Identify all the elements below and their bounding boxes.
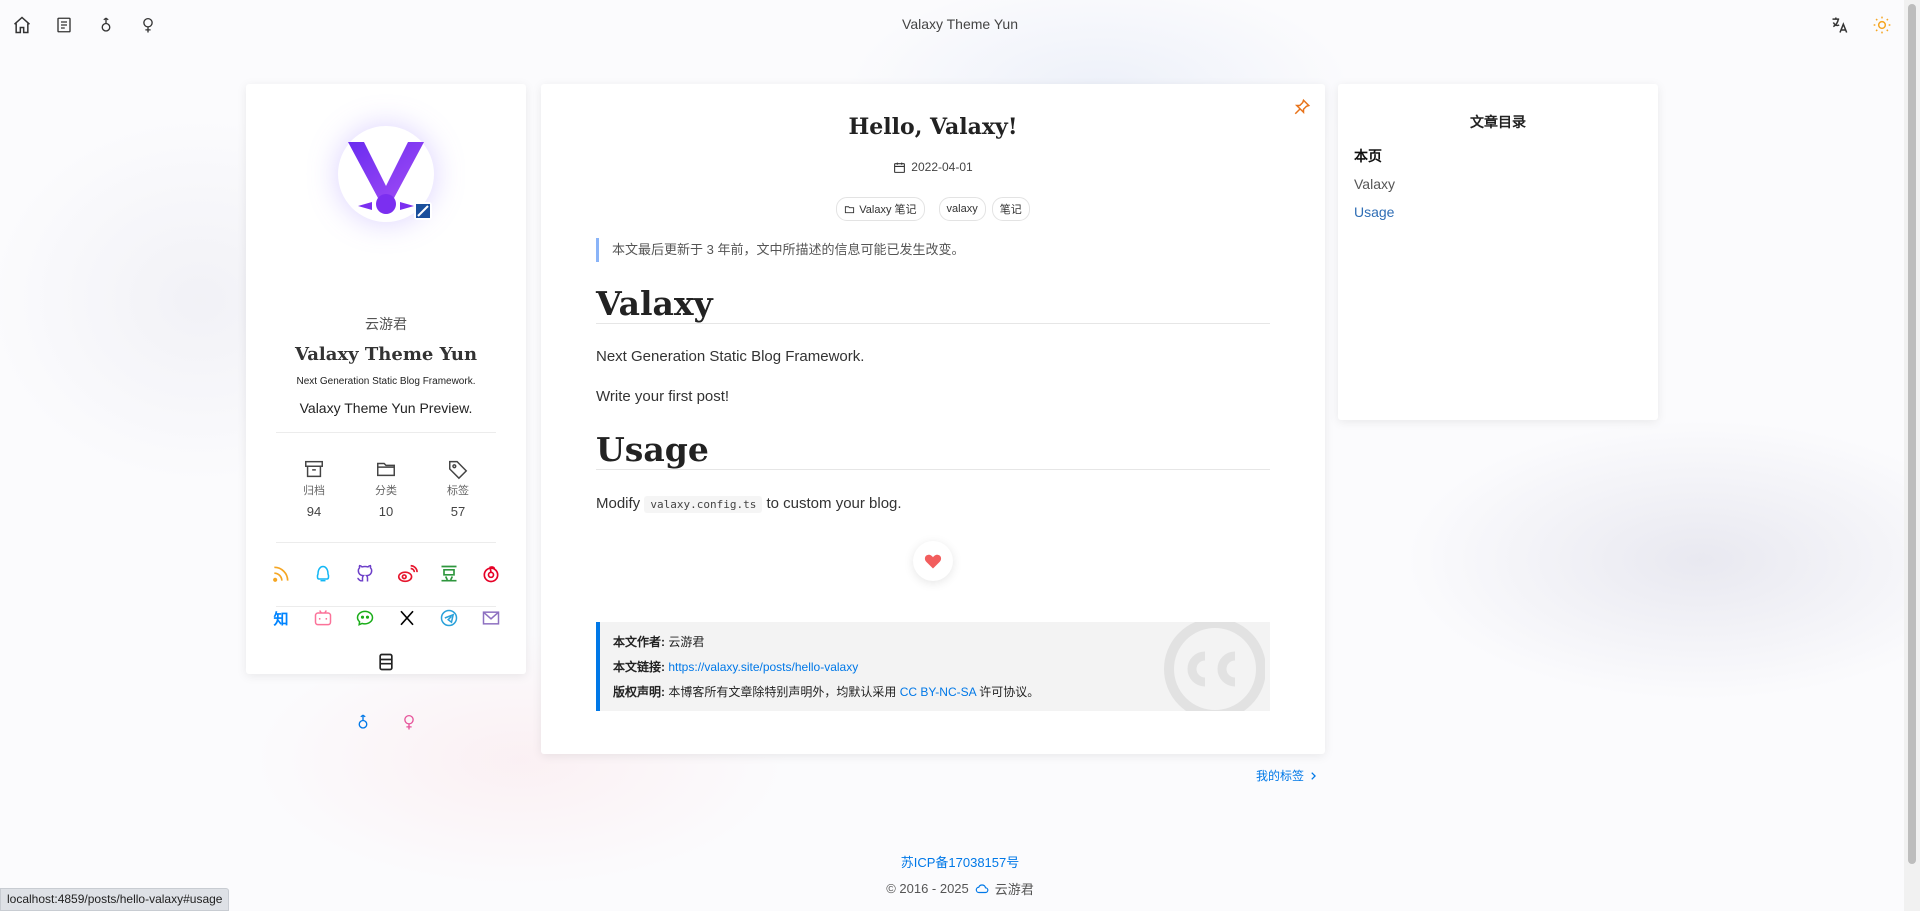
text: 许可协议。 bbox=[979, 685, 1040, 699]
label: 本文作者: bbox=[613, 635, 665, 649]
profile-stats: 归档 94 分类 10 标签 57 bbox=[246, 458, 526, 519]
like-button[interactable] bbox=[913, 541, 953, 581]
avatar-badge-icon bbox=[414, 202, 432, 220]
stat-value: 57 bbox=[450, 504, 466, 519]
status-bar-url: localhost:4859/posts/hello-valaxy#usage bbox=[0, 888, 230, 911]
icp-link[interactable]: 苏ICP备17038157号 bbox=[0, 852, 1920, 871]
text: 本博客所有文章除特别声明外，均默认采用 bbox=[668, 685, 897, 699]
stat-label: 归档 bbox=[303, 485, 325, 497]
stat-value: 10 bbox=[378, 504, 394, 519]
date-text: 2022-04-01 bbox=[911, 160, 973, 174]
profile-description: Valaxy Theme Yun Preview. bbox=[299, 400, 473, 416]
copyright-license-row: 版权声明: 本博客所有文章除特别声明外，均默认采用 CC BY-NC-SA 许可… bbox=[613, 680, 1270, 705]
rss-icon[interactable] bbox=[269, 562, 293, 586]
footer-copyright: © 2016 - 2025 云游君 bbox=[0, 879, 1920, 898]
text: to custom your blog. bbox=[766, 495, 902, 512]
archive-icon bbox=[303, 458, 325, 480]
heart-icon bbox=[923, 551, 943, 571]
translate-icon[interactable] bbox=[1828, 13, 1852, 37]
cloud-icon bbox=[975, 882, 989, 896]
paragraph-usage: Modify valaxy.config.ts to custom your b… bbox=[596, 495, 902, 513]
profile-subtitle: Next Generation Static Blog Framework. bbox=[296, 376, 476, 387]
stat-categories[interactable]: 分类 10 bbox=[364, 458, 408, 519]
copyright-years: © 2016 - 2025 bbox=[886, 881, 969, 896]
inline-code: valaxy.config.ts bbox=[644, 496, 763, 513]
profile-card: 云游君 Valaxy Theme Yun Next Generation Sta… bbox=[246, 84, 526, 730]
divider bbox=[276, 606, 496, 607]
scrollbar-thumb[interactable] bbox=[1908, 4, 1916, 864]
scrollbar[interactable] bbox=[1904, 0, 1920, 911]
profile-title[interactable]: Valaxy Theme Yun bbox=[246, 344, 526, 365]
next-post-link[interactable]: 我的标签 bbox=[1256, 767, 1318, 784]
tag-chip[interactable]: 笔记 bbox=[991, 197, 1030, 221]
netease-music-icon[interactable] bbox=[479, 562, 503, 586]
female-icon[interactable] bbox=[397, 710, 421, 734]
chevron-right-icon bbox=[1308, 771, 1318, 781]
heading-valaxy: Valaxy bbox=[596, 284, 1270, 324]
copyright-author-row: 本文作者: 云游君 bbox=[613, 630, 1270, 655]
gender-links bbox=[246, 710, 526, 734]
folder-icon bbox=[844, 204, 855, 215]
sun-icon[interactable] bbox=[1870, 13, 1894, 37]
category-chip[interactable]: Valaxy 笔记 bbox=[836, 197, 925, 221]
folder-icon bbox=[375, 458, 397, 480]
divider bbox=[276, 542, 496, 543]
stat-label: 标签 bbox=[447, 485, 469, 497]
telegram-icon[interactable] bbox=[437, 606, 461, 630]
outdated-notice: 本文最后更新于 3 年前，文中所描述的信息可能已发生改变。 bbox=[596, 238, 964, 262]
qq-icon[interactable] bbox=[311, 562, 335, 586]
stat-value: 94 bbox=[306, 504, 322, 519]
copyright-box: 本文作者: 云游君 本文链接: https://valaxy.site/post… bbox=[596, 622, 1270, 711]
author-name: 云游君 bbox=[668, 635, 705, 649]
article-meta-tags: Valaxy 笔记 valaxy 笔记 bbox=[541, 197, 1325, 221]
zhihu-icon[interactable]: 知 bbox=[269, 606, 293, 630]
article-title: Hello, Valaxy! bbox=[848, 114, 1018, 140]
weibo-icon[interactable] bbox=[395, 562, 419, 586]
post-link[interactable]: https://valaxy.site/posts/hello-valaxy bbox=[668, 660, 858, 674]
heading-usage: Usage bbox=[596, 430, 1270, 470]
stat-archives[interactable]: 归档 94 bbox=[292, 458, 336, 519]
top-bar: Valaxy Theme Yun bbox=[0, 0, 1920, 50]
tag-icon bbox=[447, 458, 469, 480]
label: 版权声明: bbox=[613, 685, 665, 699]
toc-title: 文章目录 bbox=[1470, 115, 1526, 131]
top-right-icons bbox=[1828, 13, 1894, 37]
male-icon[interactable] bbox=[351, 710, 375, 734]
github-icon[interactable] bbox=[353, 562, 377, 586]
toc-item-usage[interactable]: Usage bbox=[1354, 198, 1395, 226]
douban-icon[interactable] bbox=[437, 562, 461, 586]
tag-chip[interactable]: valaxy bbox=[938, 197, 986, 221]
x-icon[interactable] bbox=[395, 606, 419, 630]
site-title[interactable]: Valaxy Theme Yun bbox=[0, 16, 1920, 32]
license-link[interactable]: CC BY-NC-SA bbox=[900, 685, 976, 699]
social-links: 知 bbox=[246, 562, 526, 674]
next-post-label: 我的标签 bbox=[1256, 769, 1305, 783]
paragraph: Next Generation Static Blog Framework. bbox=[596, 348, 865, 365]
toc-item-this-page[interactable]: 本页 bbox=[1354, 142, 1395, 170]
profile-name: 云游君 bbox=[365, 317, 407, 333]
paragraph: Write your first post! bbox=[596, 388, 730, 405]
copyright-link-row: 本文链接: https://valaxy.site/posts/hello-va… bbox=[613, 655, 1270, 680]
toc-item-valaxy[interactable]: Valaxy bbox=[1354, 170, 1395, 198]
toc-list: 本页 Valaxy Usage bbox=[1354, 142, 1395, 226]
wechat-icon[interactable] bbox=[353, 606, 377, 630]
stat-label: 分类 bbox=[375, 485, 397, 497]
toc-card: 文章目录 本页 Valaxy Usage bbox=[1338, 84, 1658, 420]
email-icon[interactable] bbox=[479, 606, 503, 630]
stat-tags[interactable]: 标签 57 bbox=[436, 458, 480, 519]
divider bbox=[276, 432, 496, 433]
text: Modify bbox=[596, 495, 641, 512]
label: 本文链接: bbox=[613, 660, 665, 674]
footer-author[interactable]: 云游君 bbox=[995, 879, 1034, 898]
article-date: 2022-04-01 bbox=[541, 160, 1325, 174]
bilibili-icon[interactable] bbox=[311, 606, 335, 630]
category-label: Valaxy 笔记 bbox=[859, 204, 917, 216]
calendar-icon bbox=[893, 161, 906, 174]
travelling-icon[interactable] bbox=[374, 650, 398, 674]
article-card: Hello, Valaxy! 2022-04-01 Valaxy 笔记 vala… bbox=[541, 84, 1325, 754]
